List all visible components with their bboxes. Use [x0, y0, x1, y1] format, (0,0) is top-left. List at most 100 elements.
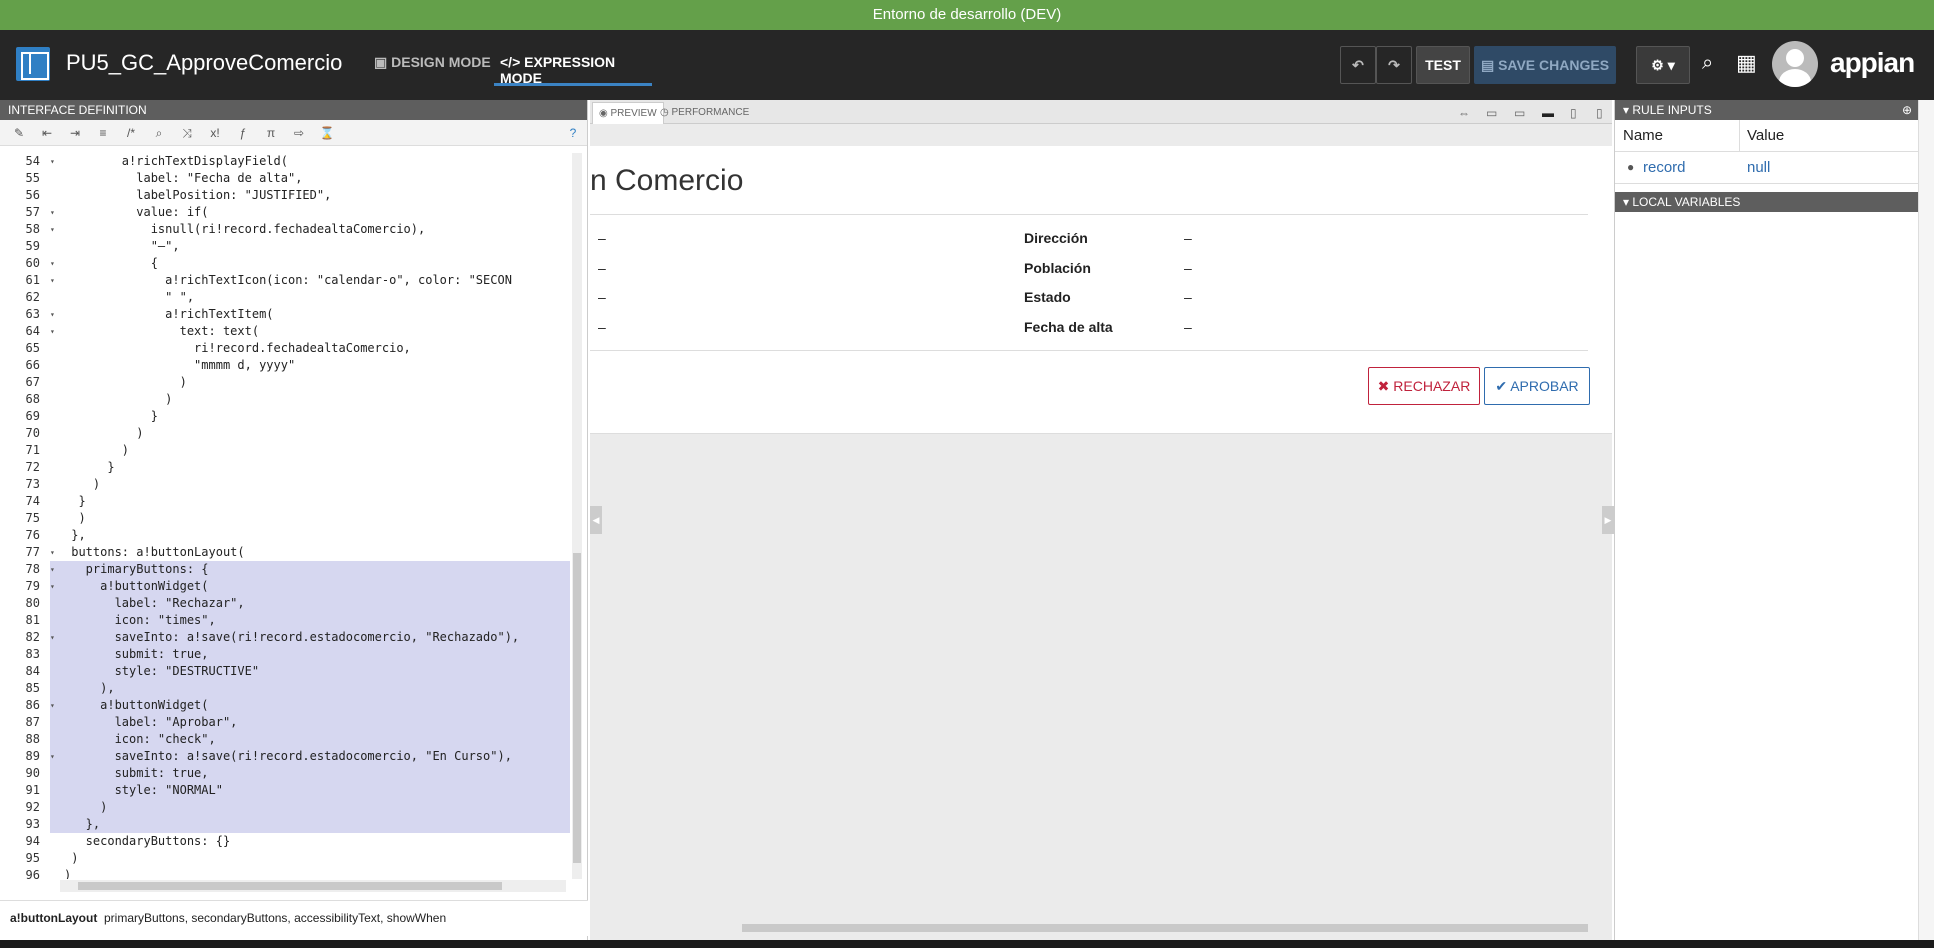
code-line[interactable]: 57 ▾ value: if(	[0, 204, 570, 221]
fold-arrow-icon[interactable]: ▾	[50, 153, 55, 170]
code-line[interactable]: 68 )	[0, 391, 570, 408]
code-line[interactable]: 65 ri!record.fechadealtaComercio,	[0, 340, 570, 357]
code-line[interactable]: 79 ▾ a!buttonWidget(	[0, 578, 570, 595]
editor-vertical-scrollbar[interactable]	[572, 153, 582, 879]
laptop-icon[interactable]: ▭	[1508, 102, 1531, 124]
list-icon[interactable]: ≡	[94, 124, 112, 142]
fold-arrow-icon[interactable]: ▾	[50, 306, 55, 323]
input-name[interactable]: record	[1643, 159, 1686, 176]
fold-arrow-icon[interactable]: ▾	[50, 221, 55, 238]
fold-arrow-icon[interactable]: ▾	[50, 323, 55, 340]
history-icon[interactable]: ⌛	[318, 124, 336, 142]
help-icon[interactable]: ?	[564, 124, 582, 142]
code-line[interactable]: 75 )	[0, 510, 570, 527]
undo-button[interactable]: ↶	[1340, 46, 1376, 84]
apps-grid-icon[interactable]: ▦	[1736, 50, 1757, 76]
rule-input-row[interactable]: ● record null	[1615, 152, 1918, 184]
function-icon[interactable]: ƒ	[234, 124, 252, 142]
code-line[interactable]: 69 }	[0, 408, 570, 425]
code-editor[interactable]: 54 ▾ a!richTextDisplayField(55 label: "Fe…	[0, 153, 570, 879]
comment-icon[interactable]: /*	[122, 124, 140, 142]
redo-button[interactable]: ↷	[1376, 46, 1412, 84]
pi-icon[interactable]: π	[262, 124, 280, 142]
outdent-icon[interactable]: ⇤	[38, 124, 56, 142]
rule-inputs-header[interactable]: ▾ RULE INPUTS ⊕	[1615, 100, 1918, 120]
indent-icon[interactable]: ⇥	[66, 124, 84, 142]
fold-arrow-icon[interactable]: ▾	[50, 272, 55, 289]
code-line[interactable]: 95 )	[0, 850, 570, 867]
fold-arrow-icon[interactable]: ▾	[50, 544, 55, 561]
settings-button[interactable]: ⚙ ▾	[1636, 46, 1690, 84]
device-width-icon[interactable]: ⇔	[1452, 102, 1476, 124]
code-line[interactable]: 96)	[0, 867, 570, 879]
add-input-icon[interactable]: ⊕	[1902, 100, 1912, 120]
code-line[interactable]: 80 label: "Rechazar",	[0, 595, 570, 612]
design-mode-tab[interactable]: ▣ DESIGN MODE	[374, 54, 491, 86]
code-line[interactable]: 74 }	[0, 493, 570, 510]
test-button[interactable]: TEST	[1416, 46, 1470, 84]
code-line[interactable]: 84 style: "DESTRUCTIVE"	[0, 663, 570, 680]
code-line[interactable]: 88 icon: "check",	[0, 731, 570, 748]
tablet-icon[interactable]: ▯	[1564, 102, 1583, 124]
fold-arrow-icon[interactable]: ▾	[50, 578, 55, 595]
code-line[interactable]: 73 )	[0, 476, 570, 493]
code-line[interactable]: 85 ),	[0, 680, 570, 697]
phone-icon[interactable]: ▯	[1590, 102, 1609, 124]
input-value[interactable]: null	[1747, 159, 1770, 176]
collapse-right-handle[interactable]: ▶	[1602, 506, 1614, 534]
code-line[interactable]: 92 )	[0, 799, 570, 816]
code-line[interactable]: 72 }	[0, 459, 570, 476]
code-line[interactable]: 93 },	[0, 816, 570, 833]
code-line[interactable]: 67 )	[0, 374, 570, 391]
code-line[interactable]: 89 ▾ saveInto: a!save(ri!record.estadocom…	[0, 748, 570, 765]
code-line[interactable]: 81 icon: "times",	[0, 612, 570, 629]
code-line[interactable]: 58 ▾ isnull(ri!record.fechadealtaComercio…	[0, 221, 570, 238]
code-line[interactable]: 76 },	[0, 527, 570, 544]
code-line[interactable]: 70 )	[0, 425, 570, 442]
code-line[interactable]: 63 ▾ a!richTextItem(	[0, 306, 570, 323]
code-line[interactable]: 59 "–",	[0, 238, 570, 255]
collapse-left-handle[interactable]: ◀	[590, 506, 602, 534]
code-line[interactable]: 78 ▾ primaryButtons: {	[0, 561, 570, 578]
desktop-icon[interactable]: ▭	[1480, 102, 1503, 124]
code-line[interactable]: 83 submit: true,	[0, 646, 570, 663]
avatar[interactable]	[1772, 41, 1818, 87]
code-line[interactable]: 64 ▾ text: text(	[0, 323, 570, 340]
shuffle-icon[interactable]: ⤨	[178, 124, 196, 142]
search-objects-icon[interactable]: ⌕	[1702, 52, 1713, 75]
code-line[interactable]: 91 style: "NORMAL"	[0, 782, 570, 799]
fold-arrow-icon[interactable]: ▾	[50, 561, 55, 578]
reject-button[interactable]: ✖ RECHAZAR	[1368, 367, 1480, 405]
code-line[interactable]: 87 label: "Aprobar",	[0, 714, 570, 731]
export-icon[interactable]: ⇨	[290, 124, 308, 142]
local-variables-header[interactable]: ▾ LOCAL VARIABLES	[1615, 192, 1918, 212]
code-line[interactable]: 90 submit: true,	[0, 765, 570, 782]
code-line[interactable]: 71 )	[0, 442, 570, 459]
code-line[interactable]: 94 secondaryButtons: {}	[0, 833, 570, 850]
save-changes-button[interactable]: ▤ SAVE CHANGES	[1474, 46, 1616, 84]
code-line[interactable]: 66 "mmmm d, yyyy"	[0, 357, 570, 374]
fold-arrow-icon[interactable]: ▾	[50, 697, 55, 714]
format-icon[interactable]: ✎	[10, 124, 28, 142]
preview-horizontal-scrollbar[interactable]	[598, 922, 1602, 934]
expression-mode-tab[interactable]: </> EXPRESSION MODE	[494, 54, 652, 86]
editor-horizontal-scrollbar[interactable]	[60, 880, 566, 892]
fold-arrow-icon[interactable]: ▾	[50, 629, 55, 646]
search-icon[interactable]: ⌕	[150, 124, 168, 142]
fold-arrow-icon[interactable]: ▾	[50, 204, 55, 221]
fold-arrow-icon[interactable]: ▾	[50, 255, 55, 272]
code-line[interactable]: 54 ▾ a!richTextDisplayField(	[0, 153, 570, 170]
tab-preview[interactable]: ◉ PREVIEW	[592, 102, 664, 124]
code-line[interactable]: 86 ▾ a!buttonWidget(	[0, 697, 570, 714]
code-line[interactable]: 61 ▾ a!richTextIcon(icon: "calendar-o", c…	[0, 272, 570, 289]
code-line[interactable]: 55 label: "Fecha de alta",	[0, 170, 570, 187]
tab-performance[interactable]: ◷ PERFORMANCE	[654, 102, 755, 124]
code-line[interactable]: 60 ▾ {	[0, 255, 570, 272]
code-line[interactable]: 77 ▾ buttons: a!buttonLayout(	[0, 544, 570, 561]
code-line[interactable]: 56 labelPosition: "JUSTIFIED",	[0, 187, 570, 204]
code-line[interactable]: 82 ▾ saveInto: a!save(ri!record.estadocom…	[0, 629, 570, 646]
variable-icon[interactable]: x!	[206, 124, 224, 142]
approve-button[interactable]: ✔ APROBAR	[1484, 367, 1590, 405]
code-line[interactable]: 62 " ",	[0, 289, 570, 306]
fold-arrow-icon[interactable]: ▾	[50, 748, 55, 765]
